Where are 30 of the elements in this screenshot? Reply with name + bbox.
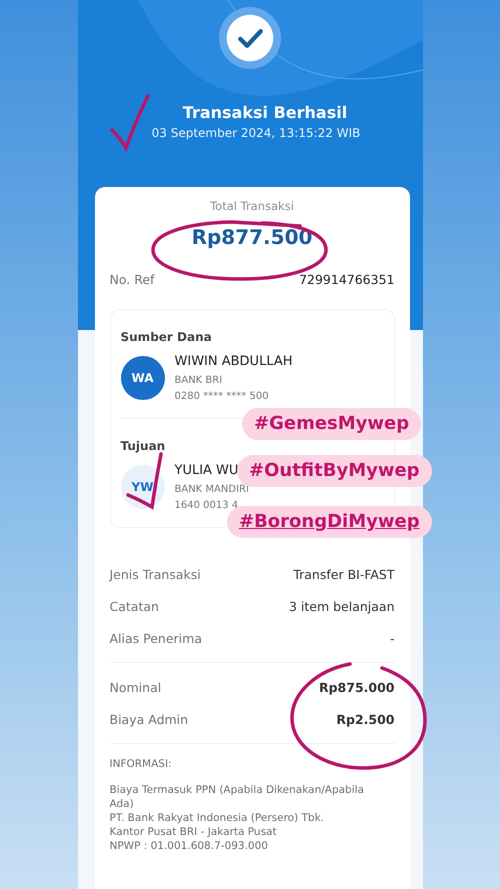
hashtag-sticker: #GemesMywep [242,408,422,440]
detail-value: 3 item belanjaan [288,598,394,614]
detail-value: Rp875.000 [318,680,394,694]
status-title: Transaksi Berhasil [182,103,348,122]
detail-label: Catatan [110,598,159,614]
account-name: YULIA WU [174,463,240,478]
detail-label: Nominal [110,680,162,694]
total-amount: Rp877.500 [190,225,314,249]
info-text: Biaya Termasuk PPN (Apabila Dikenakan/Apabila Ada) PT. Bank Rakyat Indonesia (Persero) Tbk. Kantor Pusat BRI - Jakarta Pusat NPWP : 01.001.608.7-093.000 [110,784,365,854]
success-check-icon [219,7,281,69]
account-number: 0280 **** **** 500 [174,391,270,402]
account-name: WIWIN ABDULLAH [174,354,293,369]
pen-check-drawing [110,94,150,150]
detail-label: Alias Penerima [110,630,202,646]
detail-label: Jenis Transaksi [110,566,201,582]
info-heading: INFORMASI: [110,758,173,770]
section-heading: Sumber Dana [120,330,213,344]
pen-check-drawing [126,452,163,509]
ref-label: No. Ref [110,272,154,286]
ref-number: 729914766351 [299,272,394,286]
bank-name: BANK MANDIRI [174,484,249,495]
detail-value: - [390,630,394,646]
detail-value: Transfer BI-FAST [293,566,394,582]
transaction-datetime: 03 September 2024, 13:15:22 WIB [152,126,360,140]
section-heading: Tujuan [120,439,166,453]
bank-name: BANK BRI [174,375,224,386]
detail-label: Biaya Admin [110,712,188,726]
account-avatar: WA [120,356,164,400]
total-label: Total Transaksi [209,199,295,213]
detail-value: Rp2.500 [336,712,394,726]
